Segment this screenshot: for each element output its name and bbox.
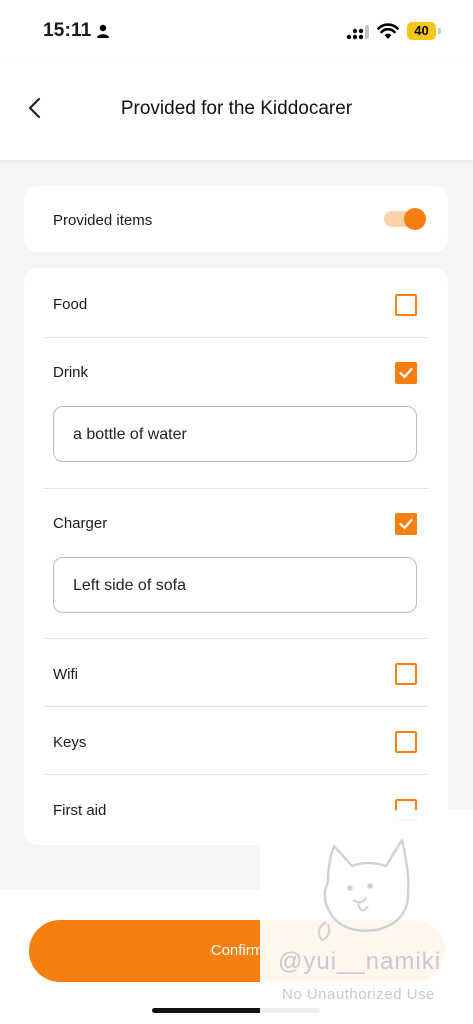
cat-mascot-logo — [317, 838, 410, 942]
drink-details-input[interactable]: a bottle of water — [53, 406, 417, 462]
item-label: Food — [53, 296, 88, 313]
list-item-drink[interactable]: Drink a bottle of water — [24, 338, 448, 488]
back-button[interactable] — [18, 90, 54, 126]
charger-details-input[interactable]: Left side of sofa — [53, 557, 417, 613]
status-bar: 15:11 40 — [0, 0, 473, 64]
app-header: Provided for the Kiddocarer — [0, 64, 473, 160]
chevron-left-icon — [28, 97, 41, 119]
charger-checkbox[interactable] — [395, 513, 417, 535]
food-checkbox[interactable] — [395, 294, 417, 316]
toggle-knob — [404, 208, 426, 230]
list-item-charger[interactable]: Charger Left side of sofa — [24, 489, 448, 638]
list-item-keys[interactable]: Keys — [24, 707, 448, 774]
person-icon — [97, 24, 109, 38]
wifi-checkbox[interactable] — [395, 663, 417, 685]
item-label: Wifi — [53, 666, 78, 683]
check-icon — [399, 367, 413, 379]
list-item-wifi[interactable]: Wifi — [24, 639, 448, 706]
provided-items-toggle[interactable] — [382, 206, 428, 232]
item-label: Keys — [53, 734, 87, 751]
status-time: 15:11 — [43, 20, 92, 41]
page-title: Provided for the Kiddocarer — [120, 98, 353, 119]
list-item-food[interactable]: Food — [24, 268, 448, 337]
check-icon — [399, 518, 413, 530]
item-label: First aid — [53, 802, 107, 819]
battery-indicator: 40 — [407, 22, 436, 40]
watermark-handle: @yui__namiki — [278, 948, 442, 975]
drink-checkbox[interactable] — [395, 362, 417, 384]
keys-checkbox[interactable] — [395, 731, 417, 753]
provided-items-list: Food Drink a bottle of water Charger Lef… — [24, 268, 448, 845]
watermark-notice: No Unauthorized Use — [282, 986, 435, 1003]
watermark: @yui__namiki No Unauthorized Use — [260, 810, 473, 1024]
cellular-signal-icon — [346, 25, 369, 40]
wifi-icon — [377, 23, 399, 39]
provided-items-label: Provided items — [53, 212, 153, 229]
item-label: Charger — [53, 515, 108, 532]
item-label: Drink — [53, 364, 89, 381]
battery-tip — [438, 28, 441, 34]
